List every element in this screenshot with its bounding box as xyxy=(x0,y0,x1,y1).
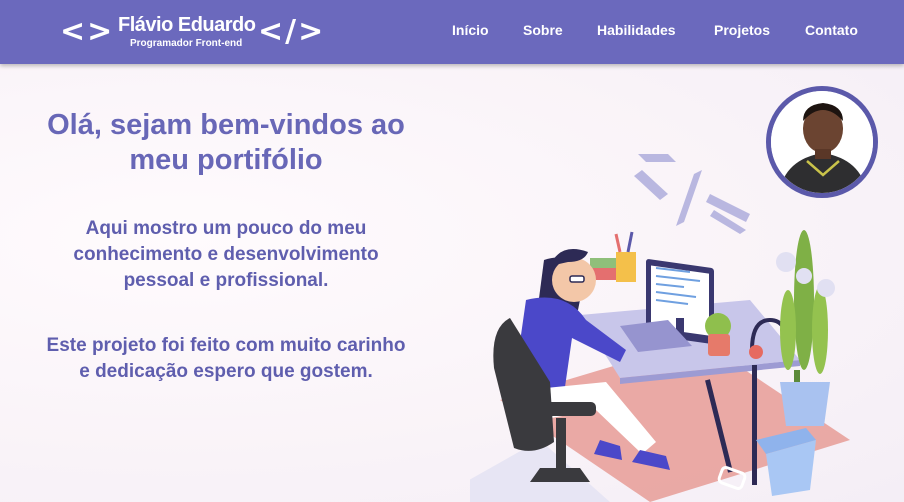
floating-code-icon xyxy=(634,154,750,234)
hero-dedication-text: Este projeto foi feito com muito carinho… xyxy=(0,333,452,385)
intro-line-3: pessoal e profissional. xyxy=(123,270,329,291)
dedication-line-1: Este projeto foi feito com muito carinho xyxy=(46,335,406,356)
profile-photo xyxy=(766,86,878,198)
hero-intro-text: Aqui mostro um pouco do meu conhecimento… xyxy=(0,216,452,294)
developer-illustration xyxy=(470,154,850,502)
intro-line-2: conhecimento e desenvolvimento xyxy=(73,244,379,265)
nav-projetos[interactable]: Projetos xyxy=(714,22,770,38)
nav-habilidades[interactable]: Habilidades xyxy=(597,22,676,38)
intro-line-1: Aqui mostro um pouco do meu xyxy=(85,218,367,239)
nav-inicio[interactable]: Início xyxy=(452,22,489,38)
hero-title-line-1: Olá, sejam bem-vindos ao xyxy=(47,109,405,141)
main-nav: Início Sobre Habilidades Projetos Contat… xyxy=(0,22,904,42)
person-photo-icon xyxy=(771,91,873,193)
hero-title-line-2: meu portifólio xyxy=(129,144,323,176)
top-navbar: <> Flávio Eduardo Programador Front-end … xyxy=(0,0,904,64)
nav-sobre[interactable]: Sobre xyxy=(523,22,563,38)
dedication-line-2: e dedicação espero que gostem. xyxy=(79,361,373,382)
nav-contato[interactable]: Contato xyxy=(805,22,858,38)
hero-title: Olá, sejam bem-vindos ao meu portifólio xyxy=(0,108,452,178)
